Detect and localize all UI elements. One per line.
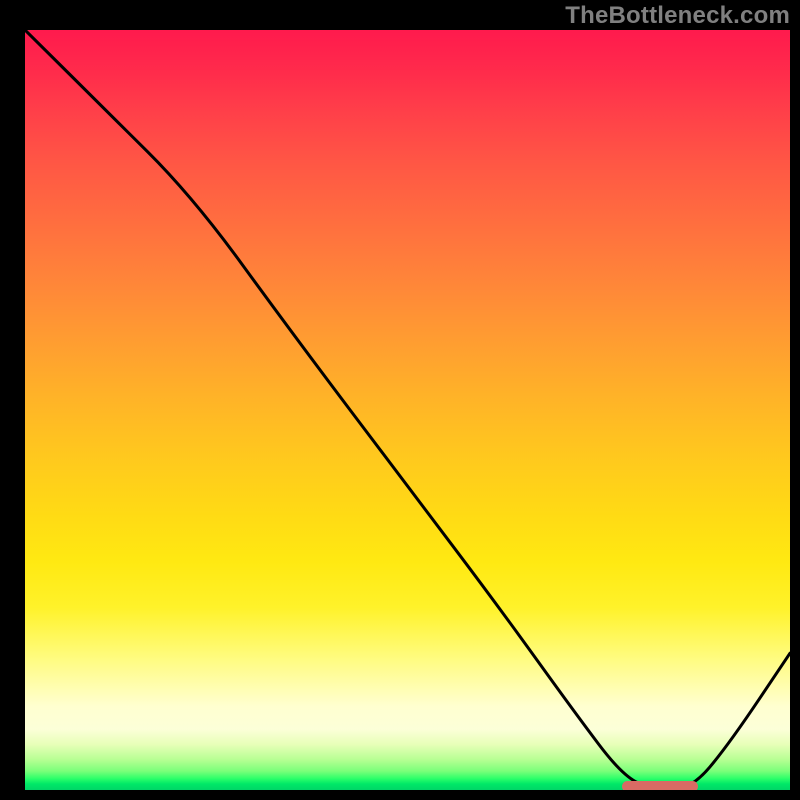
watermark-text: TheBottleneck.com (565, 2, 790, 30)
curve-path (25, 30, 790, 790)
plot-area (25, 30, 790, 790)
chart-frame: TheBottleneck.com (0, 0, 800, 800)
optimal-range-marker (622, 781, 699, 790)
line-chart (25, 30, 790, 790)
